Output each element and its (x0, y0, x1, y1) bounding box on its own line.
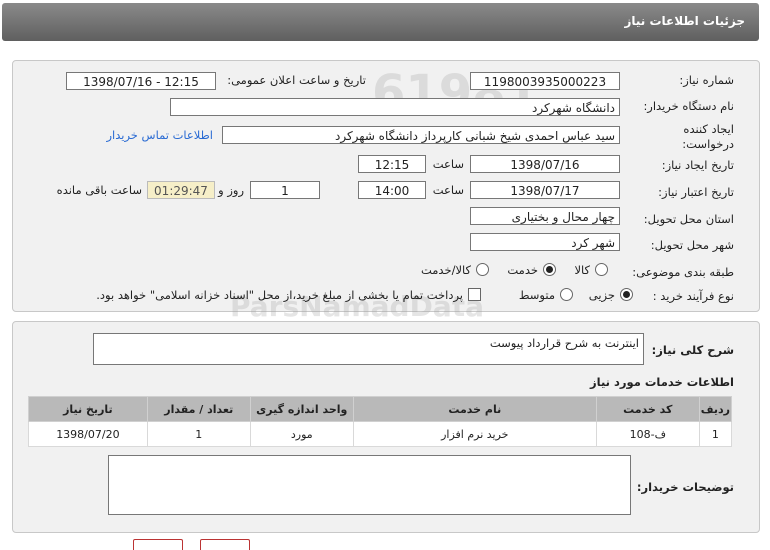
cell-row-number: 1 (698, 421, 733, 447)
buyer-notes-label: توضیحات خریدار: (636, 480, 734, 494)
col-service-code: کد خدمت (595, 396, 700, 422)
city-label: شهر محل تحویل: (650, 238, 734, 252)
need-number-field: 1198003935000223 (470, 72, 620, 90)
creator-label-2: درخواست: (682, 137, 734, 151)
description-box: اینترنت به شرح قرارداد پیوست (93, 333, 644, 365)
category-label: طبقه بندی موضوعی: (632, 265, 734, 279)
validity-time-label: ساعت (432, 183, 464, 197)
col-quantity: تعداد / مقدار (146, 396, 251, 422)
remaining-time-field: 01:29:47 (147, 181, 215, 199)
province-label: استان محل تحویل: (643, 212, 734, 226)
category-option-goods-service: کالا/خدمت (420, 263, 471, 277)
buyer-notes-box (108, 455, 631, 515)
process-option-medium: متوسط (518, 288, 555, 302)
col-need-date: تاریخ نیاز (28, 396, 148, 422)
validity-date-field: 1398/07/17 (470, 181, 620, 199)
col-unit: واحد اندازه گیری (249, 396, 354, 422)
announce-field: 1398/07/16 - 12:15 (66, 72, 216, 90)
buyer-org-label: نام دستگاه خریدار: (643, 99, 734, 113)
services-header-row: ردیف کد خدمت نام خدمت واحد اندازه گیری ت… (28, 396, 733, 422)
cell-need-date: 1398/07/20 (28, 421, 148, 447)
category-radio-goods[interactable] (595, 263, 608, 276)
need-number-label: شماره نیاز: (679, 73, 734, 87)
table-row: 1 ف-108 خرید نرم افزار مورد 1 1398/07/20 (28, 421, 733, 447)
creator-field: سید عباس احمدی شیخ شبانی کارپرداز دانشگا… (222, 126, 620, 144)
creator-label-1: ایجاد کننده (683, 122, 734, 136)
treasury-payment-note: پرداخت تمام یا بخشی از مبلغ خرید،از محل … (96, 288, 463, 302)
days-label: روز و (218, 183, 244, 197)
process-option-minor: جزیی (588, 288, 615, 302)
col-service-name: نام خدمت (352, 396, 597, 422)
cell-quantity: 1 (146, 421, 251, 447)
description-text: اینترنت به شرح قرارداد پیوست (489, 336, 639, 350)
validity-date-label: تاریخ اعتبار نیاز: (658, 185, 734, 199)
buyer-org-field: دانشگاه شهرکرد (170, 98, 620, 116)
col-row-number: ردیف (698, 396, 733, 422)
created-date-field: 1398/07/16 (470, 155, 620, 173)
cell-unit: مورد (249, 421, 354, 447)
city-field: شهر کرد (470, 233, 620, 251)
province-field: چهار محال و بختیاری (470, 207, 620, 225)
cell-service-code: ف-108 (595, 421, 700, 447)
remaining-label: ساعت باقی مانده (56, 183, 142, 197)
window-title: جزئیات اطلاعات نیاز (624, 14, 745, 28)
description-label: شرح کلی نیاز: (651, 343, 734, 357)
treasury-payment-checkbox[interactable] (468, 288, 481, 301)
cell-service-name: خرید نرم افزار (352, 421, 597, 447)
process-radio-medium[interactable] (560, 288, 573, 301)
validity-time-field: 14:00 (358, 181, 426, 199)
announce-label: تاریخ و ساعت اعلان عمومی: (227, 73, 366, 87)
category-radio-goods-service[interactable] (476, 263, 489, 276)
services-heading: اطلاعات خدمات مورد نیاز (590, 375, 734, 389)
days-field: 1 (250, 181, 320, 199)
window-title-bar: جزئیات اطلاعات نیاز (2, 3, 759, 41)
process-label: نوع فرآیند خرید : (652, 289, 734, 303)
services-table: ردیف کد خدمت نام خدمت واحد اندازه گیری ت… (28, 396, 733, 447)
category-option-service: خدمت (507, 263, 538, 277)
category-option-goods: کالا (574, 263, 590, 277)
created-date-label: تاریخ ایجاد نیاز: (661, 158, 734, 172)
category-radio-service[interactable] (543, 263, 556, 276)
buyer-contact-link[interactable]: اطلاعات تماس خریدار (106, 128, 213, 142)
created-time-label: ساعت (432, 157, 464, 171)
process-radio-minor[interactable] (620, 288, 633, 301)
created-time-field: 12:15 (358, 155, 426, 173)
